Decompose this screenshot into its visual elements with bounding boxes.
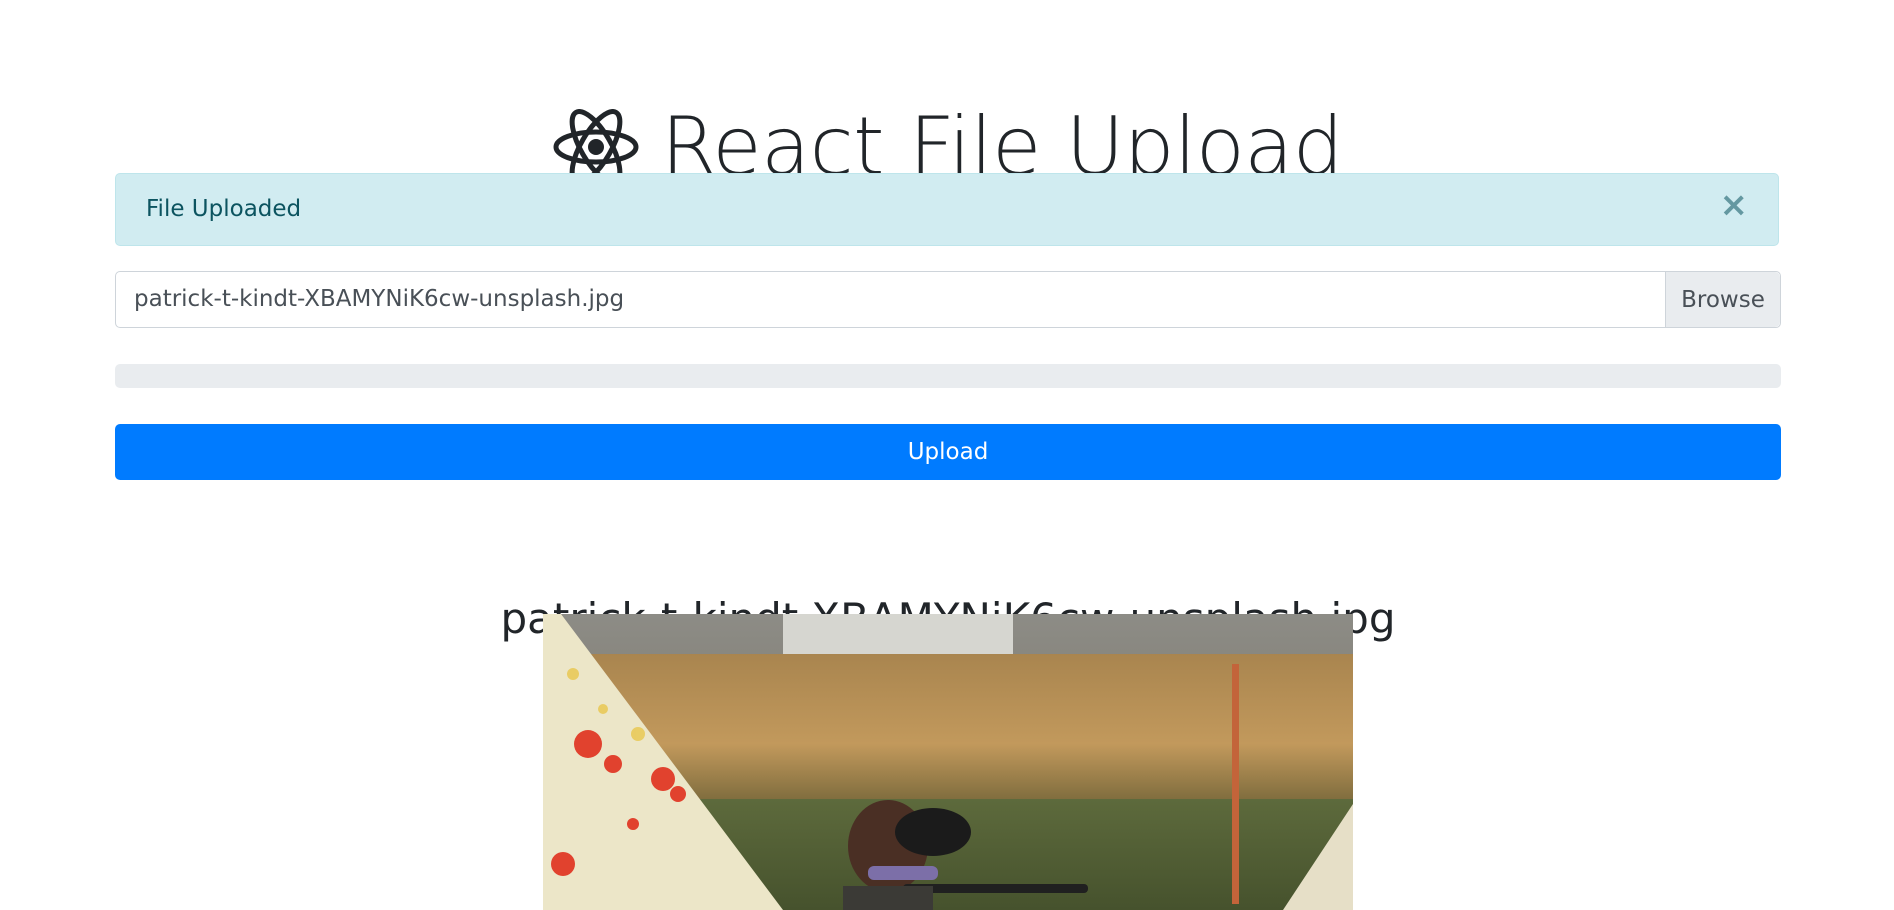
close-icon[interactable]: × <box>1720 188 1749 222</box>
upload-button[interactable]: Upload <box>115 424 1781 480</box>
upload-progress-bar <box>115 364 1781 388</box>
file-input[interactable]: patrick-t-kindt-XBAMYNiK6cw-unsplash.jpg… <box>115 271 1781 328</box>
selected-file-name: patrick-t-kindt-XBAMYNiK6cw-unsplash.jpg <box>134 286 625 312</box>
success-alert: File Uploaded × <box>115 173 1779 246</box>
uploaded-image-preview <box>543 614 1353 910</box>
browse-button[interactable]: Browse <box>1665 272 1780 327</box>
alert-message: File Uploaded <box>146 196 302 222</box>
